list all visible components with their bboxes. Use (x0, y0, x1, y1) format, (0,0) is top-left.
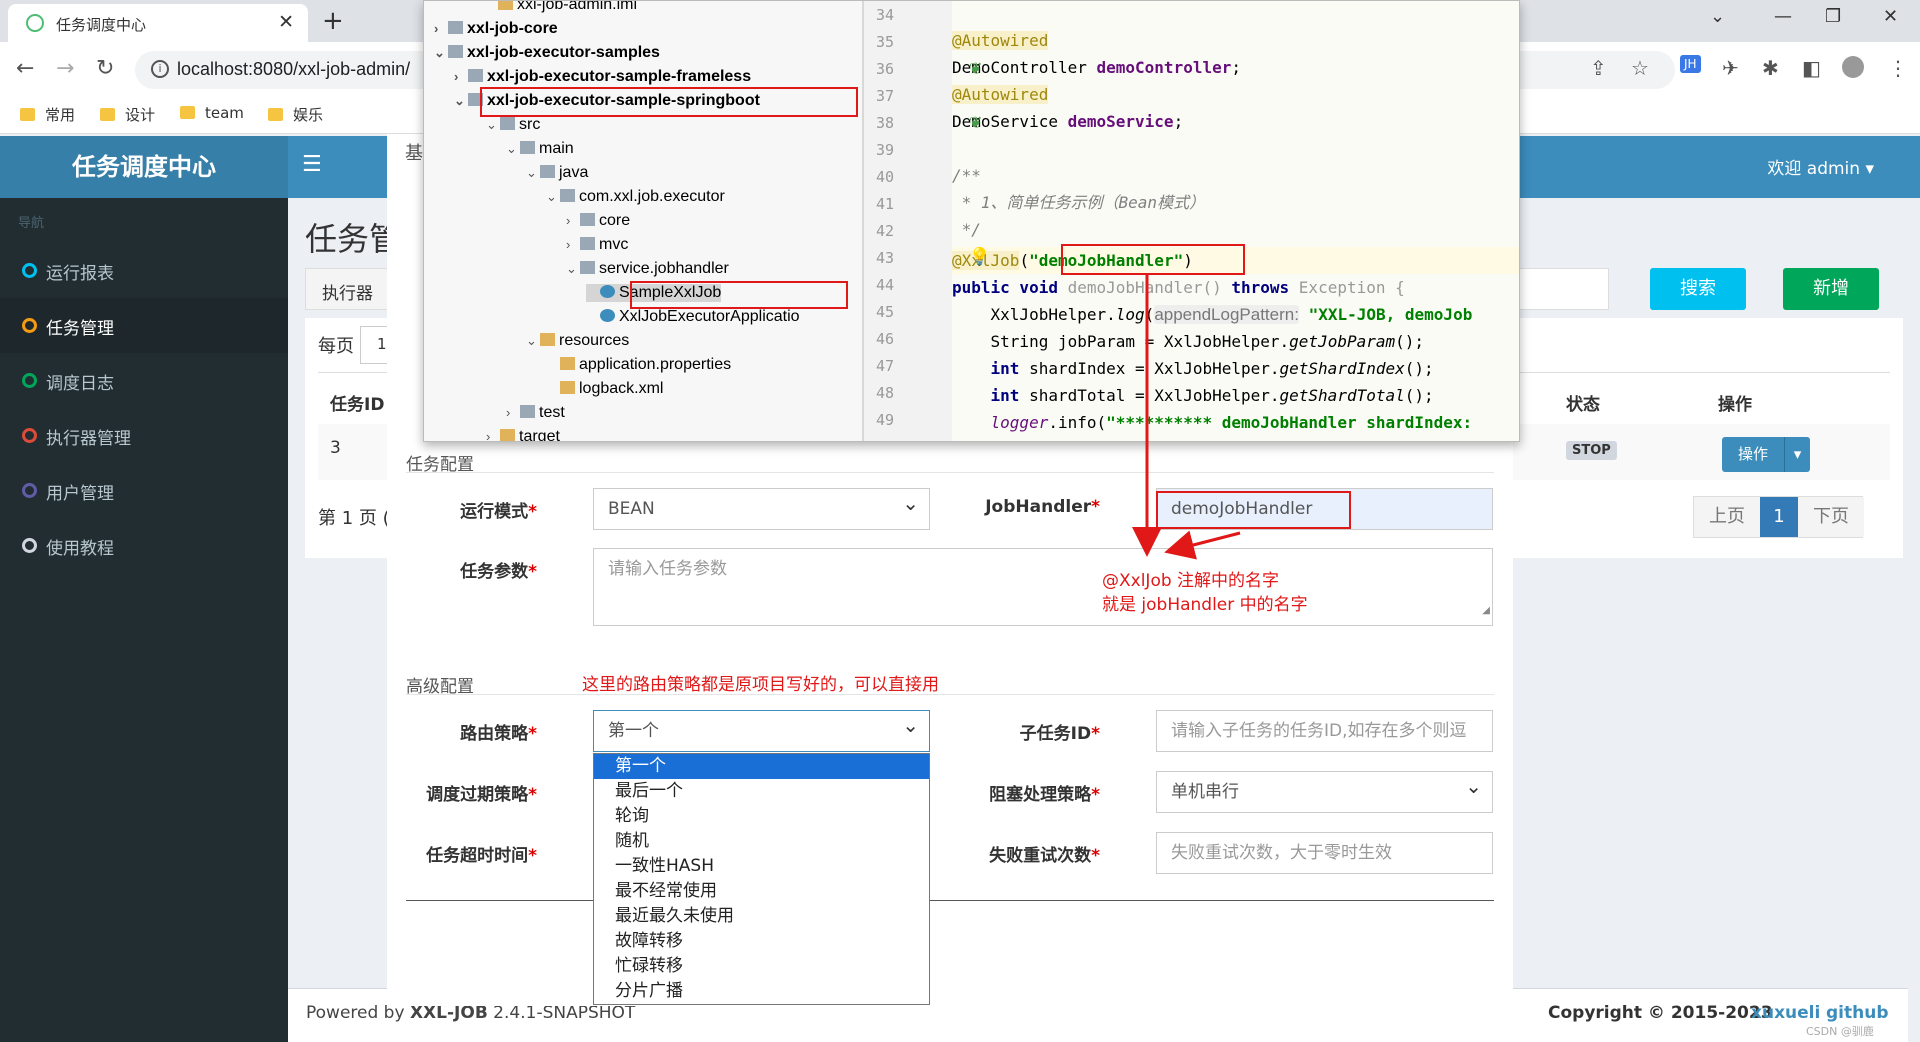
arrow-left (1164, 530, 1241, 560)
annotation-arrows (1132, 274, 1241, 560)
